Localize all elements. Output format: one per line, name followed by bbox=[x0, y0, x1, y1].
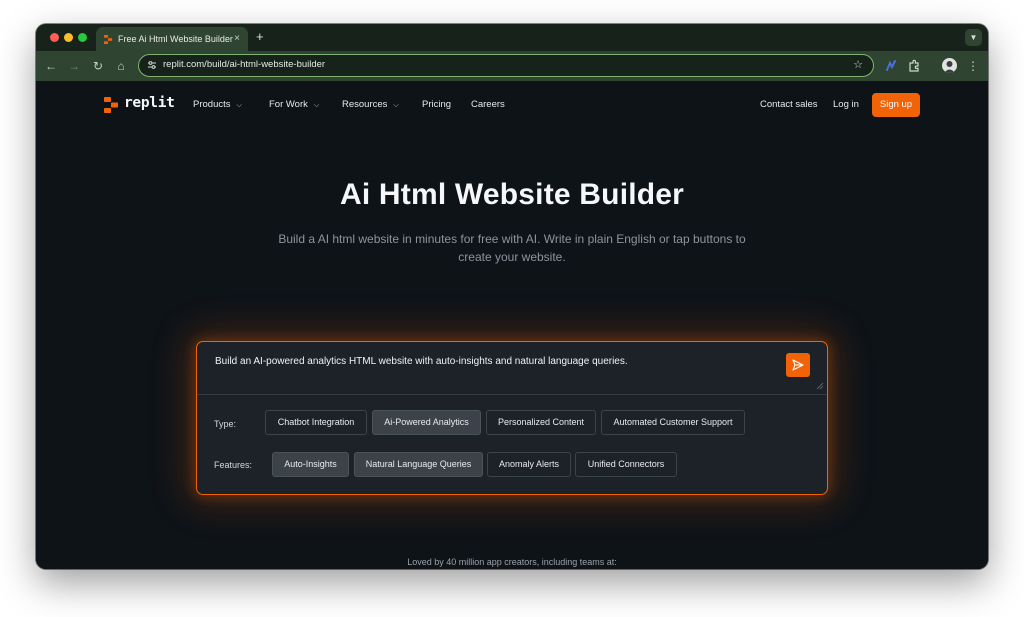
chevron-down-icon: ⌵ bbox=[393, 102, 399, 109]
type-chip-chatbot-integration[interactable]: Chatbot Integration bbox=[265, 410, 367, 435]
send-button[interactable] bbox=[786, 353, 810, 377]
home-icon[interactable]: ⌂ bbox=[112, 57, 130, 75]
url-text: replit.com/build/ai-html-website-builder bbox=[163, 59, 326, 70]
forward-arrow-icon[interactable]: → bbox=[65, 57, 83, 75]
address-bar[interactable]: replit.com/build/ai-html-website-builder… bbox=[138, 54, 874, 77]
nav-for-work[interactable]: For Work ⌵ bbox=[269, 99, 319, 112]
tab-search-chevron-down-icon[interactable]: ▼ bbox=[965, 29, 982, 46]
minimize-window-button[interactable] bbox=[64, 33, 73, 42]
profile-icon[interactable] bbox=[942, 58, 957, 73]
puzzle-extensions-icon[interactable] bbox=[907, 59, 921, 73]
replit-favicon-icon bbox=[104, 35, 113, 44]
nav-careers[interactable]: Careers bbox=[471, 99, 505, 111]
maximize-window-button[interactable] bbox=[78, 33, 87, 42]
features-label: Features: bbox=[214, 460, 253, 470]
contact-sales-link[interactable]: Contact sales bbox=[760, 99, 818, 111]
feature-chip-natural-language-queries[interactable]: Natural Language Queries bbox=[354, 452, 483, 477]
builder-divider bbox=[197, 394, 827, 395]
nav-for-work-label: For Work bbox=[269, 99, 308, 110]
bookmark-star-icon[interactable]: ☆ bbox=[853, 55, 863, 75]
replit-wordmark: replit bbox=[124, 95, 175, 111]
replit-logo-icon bbox=[104, 97, 118, 113]
chevron-down-icon: ⌵ bbox=[236, 102, 242, 109]
browser-window: Free Ai Html Website Builder × + ▼ ← → ↻… bbox=[36, 24, 988, 569]
feature-chip-unified-connectors[interactable]: Unified Connectors bbox=[575, 452, 677, 477]
feature-chip-anomaly-alerts[interactable]: Anomaly Alerts bbox=[487, 452, 571, 477]
browser-menu-icon[interactable]: ⋮ bbox=[967, 57, 979, 75]
nav-resources[interactable]: Resources ⌵ bbox=[342, 99, 399, 112]
site-info-icon[interactable] bbox=[147, 60, 157, 70]
nav-products-label: Products bbox=[193, 99, 231, 110]
chevron-down-icon: ⌵ bbox=[313, 102, 320, 109]
browser-toolbar: ← → ↻ ⌂ replit.com/build/ai-html-website… bbox=[36, 51, 988, 81]
nav-products[interactable]: Products ⌵ bbox=[193, 99, 242, 112]
replit-page: replit Products ⌵ For Work ⌵ Resources ⌵ Pr… bbox=[36, 81, 988, 569]
back-arrow-icon[interactable]: ← bbox=[42, 57, 60, 75]
send-icon bbox=[792, 359, 804, 371]
prompt-input[interactable]: Build an AI-powered analytics HTML websi… bbox=[215, 356, 628, 367]
tab-strip: Free Ai Html Website Builder × + ▼ bbox=[36, 24, 988, 51]
prompt-builder-card: Build an AI-powered analytics HTML websi… bbox=[196, 341, 828, 495]
close-window-button[interactable] bbox=[50, 33, 59, 42]
reload-icon[interactable]: ↻ bbox=[89, 57, 107, 75]
type-chip-personalized-content[interactable]: Personalized Content bbox=[486, 410, 596, 435]
nav-pricing[interactable]: Pricing bbox=[422, 99, 451, 111]
log-in-link[interactable]: Log in bbox=[833, 99, 859, 111]
page-subtitle: Build a AI html website in minutes for f… bbox=[278, 232, 746, 264]
page-title: Ai Html Website Builder bbox=[339, 178, 685, 211]
feature-chip-auto-insights[interactable]: Auto-Insights bbox=[272, 452, 349, 477]
nav-resources-label: Resources bbox=[342, 99, 388, 110]
resize-handle-icon[interactable] bbox=[816, 382, 824, 390]
new-tab-button[interactable]: + bbox=[256, 27, 264, 47]
tab-close-icon[interactable]: × bbox=[234, 27, 240, 51]
sign-up-button[interactable]: Sign up bbox=[872, 93, 920, 117]
type-chip-ai-powered-analytics[interactable]: Ai-Powered Analytics bbox=[372, 410, 481, 435]
extension-icon[interactable] bbox=[884, 59, 898, 73]
browser-tab-active[interactable]: Free Ai Html Website Builder × bbox=[96, 27, 248, 51]
social-proof-text: Loved by 40 million app creators, includ… bbox=[407, 557, 617, 567]
type-chip-automated-customer-support[interactable]: Automated Customer Support bbox=[601, 410, 745, 435]
tab-title: Free Ai Html Website Builder bbox=[118, 34, 233, 44]
type-label: Type: bbox=[214, 419, 237, 429]
site-navbar: replit Products ⌵ For Work ⌵ Resources ⌵ Pr… bbox=[36, 81, 988, 129]
